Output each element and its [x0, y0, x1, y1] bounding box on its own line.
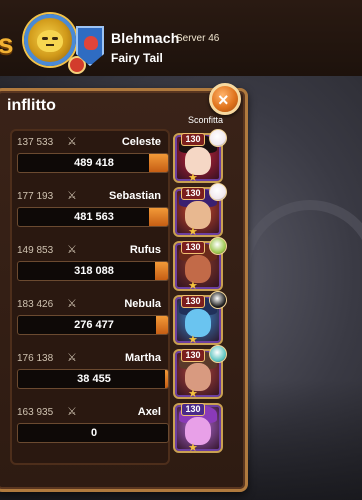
damage-row[interactable]: 177 193 ⚔ Sebastian 481 563 130 ★ — [0, 183, 247, 241]
star-icon: ★ — [188, 226, 198, 238]
damage-value: 481 563 — [74, 211, 114, 223]
hero-name: Celeste — [121, 136, 161, 148]
damage-dealt-panel: inflitto × Sconfitta 137 533 ⚔ Celeste 489 … — [0, 83, 248, 492]
star-icon: ★ — [188, 280, 198, 292]
damage-bar: 38 455 — [17, 369, 169, 389]
damage-bar: 489 418 — [17, 153, 169, 173]
hero-level-badge: 130 — [181, 403, 205, 416]
damage-value: 489 418 — [74, 157, 114, 169]
hero-level-badge: 130 — [181, 295, 205, 308]
hero-name: Nebula — [124, 298, 161, 310]
defeated-pet-icon — [209, 237, 227, 255]
close-button[interactable]: × — [209, 83, 241, 115]
damage-row[interactable]: 137 533 ⚔ Celeste 489 418 130 ★ — [0, 129, 247, 187]
star-icon: ★ — [188, 172, 198, 184]
guild-name: Fairy Tail — [111, 51, 163, 65]
crab-icon — [84, 36, 98, 50]
damage-row[interactable]: 149 853 ⚔ Rufus 318 088 130 ★ — [0, 237, 247, 295]
defeated-pet-icon — [209, 345, 227, 363]
hero-level-badge: 130 — [181, 241, 205, 254]
damage-bar: 276 477 — [17, 315, 169, 335]
damage-value: 38 455 — [77, 373, 111, 385]
damage-value: 276 477 — [74, 319, 114, 331]
damage-bar: 481 563 — [17, 207, 169, 227]
damage-row[interactable]: 183 426 ⚔ Nebula 276 477 130 ★ — [0, 291, 247, 349]
hero-name: Rufus — [129, 244, 161, 256]
player-name: Blehmach — [111, 30, 180, 46]
hero-name: Sebastian — [109, 190, 161, 202]
defeated-column-header: Sconfitta — [188, 115, 224, 125]
damage-bar: 318 088 — [17, 261, 169, 281]
player-header: s Blehmach Server 46 Fairy Tail — [0, 0, 362, 76]
player-avatar[interactable] — [24, 14, 86, 74]
server-label: Server 46 — [176, 33, 220, 44]
star-icon: ★ — [188, 388, 198, 400]
damage-value: 318 088 — [74, 265, 114, 277]
star-icon: ★ — [188, 442, 198, 454]
damage-row[interactable]: 163 935 ⚔ Axel 0 130 ★ — [0, 403, 247, 457]
damage-bar: 0 — [17, 423, 169, 443]
defeated-pet-icon — [209, 183, 227, 201]
damage-value: 0 — [90, 427, 98, 439]
hero-level-badge: 130 — [181, 187, 205, 200]
defeated-pet-icon — [209, 129, 227, 147]
header-title-fragment: s — [0, 28, 14, 59]
panel-title: inflitto — [7, 97, 56, 114]
hero-level-badge: 130 — [181, 133, 205, 146]
hero-name: Axel — [137, 406, 161, 418]
damage-row[interactable]: 176 138 ⚔ Martha 38 455 130 ★ — [0, 345, 247, 403]
hero-level-badge: 130 — [181, 349, 205, 362]
star-icon: ★ — [188, 334, 198, 346]
close-icon: × — [218, 90, 229, 110]
hero-name: Martha — [124, 352, 161, 364]
defeated-pet-icon — [209, 291, 227, 309]
avatar-face-icon — [37, 30, 63, 52]
